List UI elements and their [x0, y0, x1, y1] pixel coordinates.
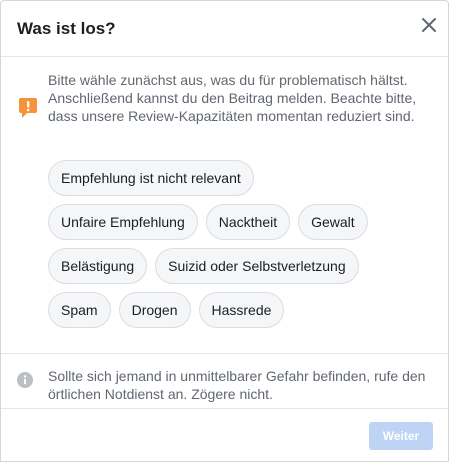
report-option-chip[interactable]: Hassrede	[198, 292, 285, 328]
option-row: Spam Drogen Hassrede	[48, 292, 428, 328]
option-row: Unfaire Empfehlung Nacktheit Gewalt	[48, 204, 428, 240]
info-icon	[17, 372, 33, 388]
dialog-footer: Weiter	[1, 409, 448, 461]
dialog-header: Was ist los?	[1, 1, 448, 57]
notice-text: Sollte sich jemand in unmittelbarer Gefa…	[48, 368, 426, 402]
report-option-chip[interactable]: Unfaire Empfehlung	[48, 204, 198, 240]
close-button[interactable]	[417, 13, 441, 37]
report-option-chip[interactable]: Empfehlung ist nicht relevant	[48, 160, 254, 196]
report-dialog: Was ist los? Bitte wähle zunächst aus, w…	[0, 0, 449, 462]
close-icon	[422, 18, 436, 32]
report-option-chip[interactable]: Spam	[48, 292, 111, 328]
report-option-chip[interactable]: Suizid oder Selbstverletzung	[155, 248, 359, 284]
report-option-chip[interactable]: Belästigung	[48, 248, 148, 284]
intro-text: Bitte wähle zunächst aus, was du für pro…	[48, 72, 417, 124]
report-options: Empfehlung ist nicht relevant Unfaire Emp…	[48, 160, 428, 336]
warning-icon	[19, 98, 37, 118]
report-option-chip[interactable]: Drogen	[118, 292, 191, 328]
continue-button[interactable]: Weiter	[369, 422, 433, 450]
report-option-chip[interactable]: Nacktheit	[205, 204, 291, 240]
report-option-chip[interactable]: Gewalt	[298, 204, 368, 240]
dialog-title: Was ist los?	[17, 19, 116, 38]
option-row: Belästigung Suizid oder Selbstverletzung	[48, 248, 428, 284]
emergency-notice: Sollte sich jemand in unmittelbarer Gefa…	[1, 353, 448, 409]
option-row: Empfehlung ist nicht relevant	[48, 160, 428, 196]
